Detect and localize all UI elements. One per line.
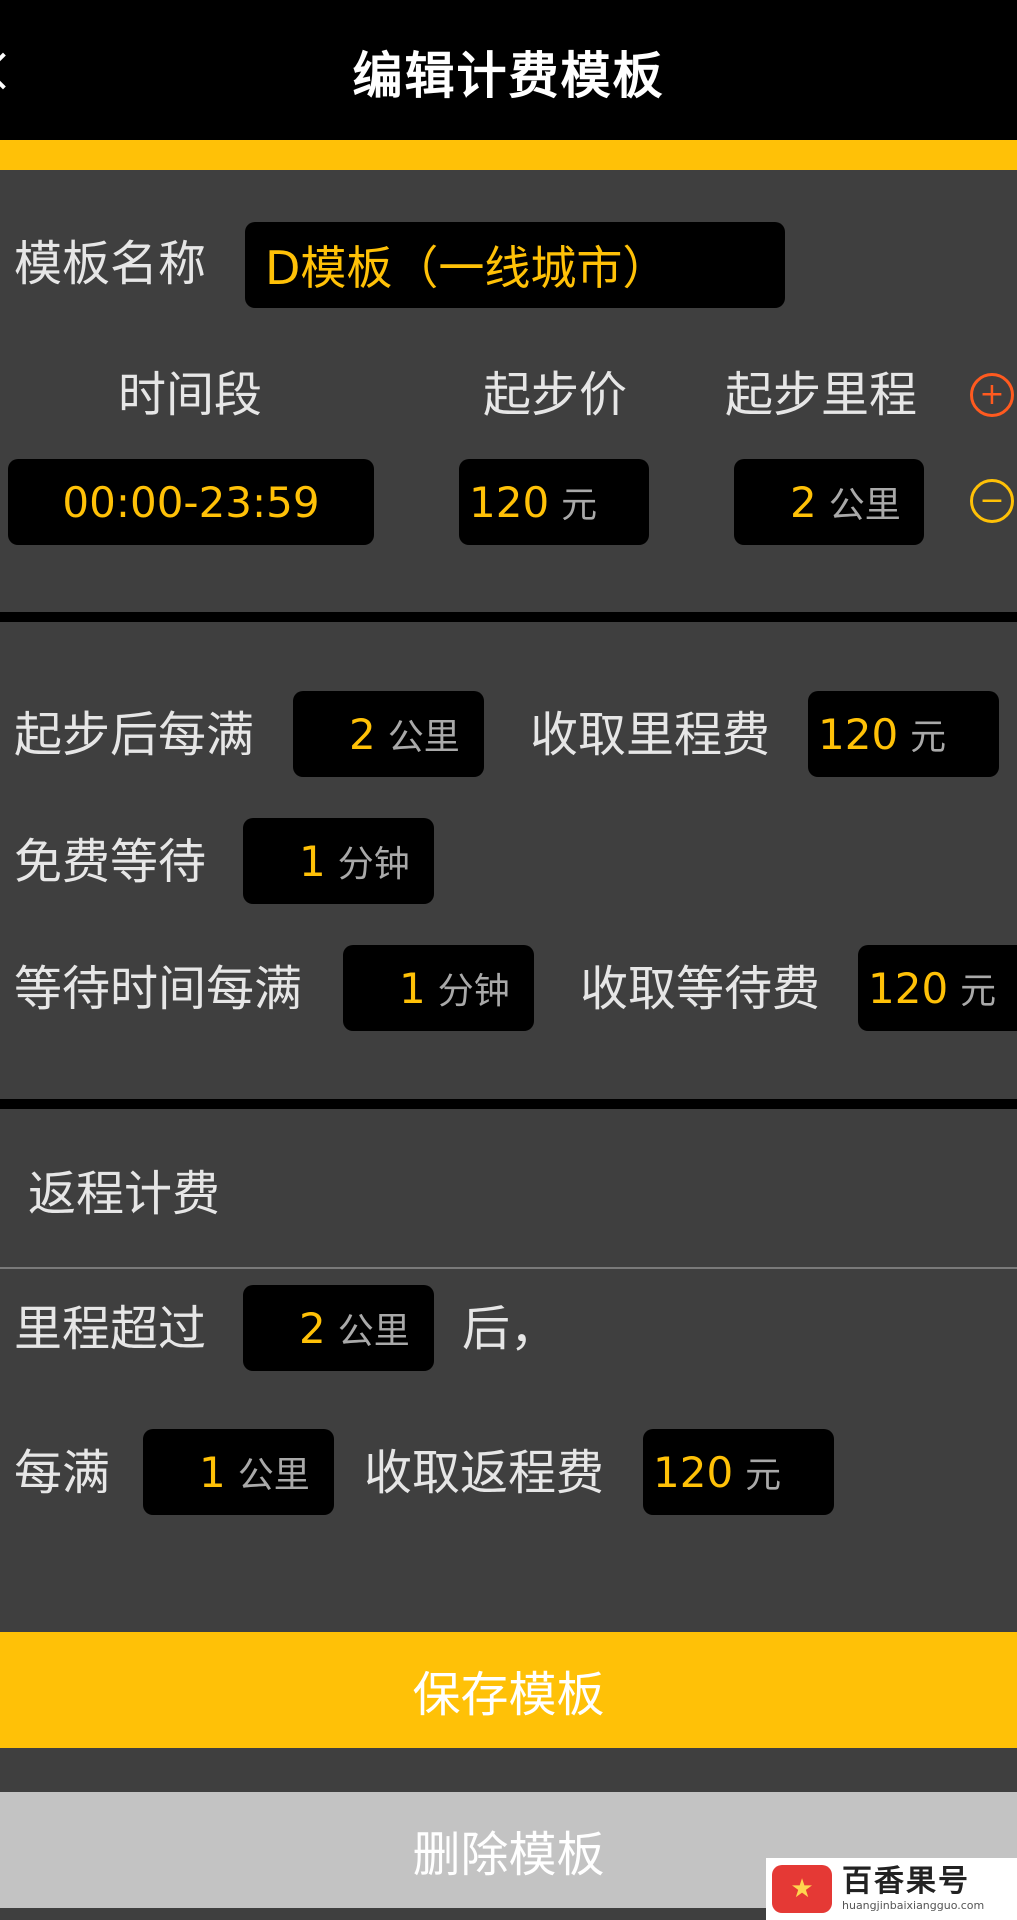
wait-fee-input[interactable]: 120 元 (858, 945, 1017, 1031)
watermark-url: huangjinbaixiangguo.com (842, 1899, 985, 1912)
return-fee-label: 收取返程费 (364, 1445, 605, 1501)
free-wait-value: 1 (299, 836, 326, 886)
mileage-every-unit: 公里 (387, 717, 460, 758)
start-price-header: 起步价 (483, 367, 628, 423)
return-each-label: 每满 (14, 1445, 111, 1501)
mileage-fee-label: 收取里程费 (530, 707, 771, 763)
wait-every-input[interactable]: 1 分钟 (343, 945, 534, 1031)
watermark: ★ 百香果号 huangjinbaixiangguo.com (766, 1858, 1017, 1920)
free-wait-unit: 分钟 (337, 844, 410, 885)
template-name-value: D模板（一线城市） (265, 241, 669, 295)
start-distance-header: 起步里程 (725, 367, 918, 423)
remove-row-icon[interactable]: − (970, 479, 1014, 523)
add-row-icon[interactable]: + (970, 373, 1014, 417)
time-period-header: 时间段 (118, 367, 263, 423)
save-template-label: 保存模板 (412, 1667, 605, 1723)
mileage-every-input[interactable]: 2 公里 (293, 691, 484, 777)
start-price-value: 120 (469, 477, 550, 527)
wait-every-unit: 分钟 (437, 971, 510, 1012)
return-each-input[interactable]: 1 公里 (143, 1429, 334, 1515)
mileage-every-label: 起步后每满 (14, 707, 255, 763)
accent-stripe (0, 140, 1017, 170)
wait-every-value: 1 (399, 963, 426, 1013)
watermark-name: 百香果号 (842, 1864, 970, 1899)
delete-template-label: 删除模板 (412, 1827, 605, 1883)
free-wait-label: 免费等待 (14, 834, 207, 890)
mileage-every-value: 2 (349, 709, 376, 759)
time-period-input[interactable]: 00:00-23:59 (8, 459, 374, 545)
start-distance-value: 2 (790, 477, 817, 527)
return-fee-input[interactable]: 120 元 (643, 1429, 834, 1515)
watermark-logo-icon: ★ (772, 1865, 832, 1913)
wait-fee-value: 120 (868, 963, 949, 1013)
section-line (0, 1267, 1017, 1269)
start-price-input[interactable]: 120 元 (459, 459, 649, 545)
mileage-fee-input[interactable]: 120 元 (808, 691, 999, 777)
mileage-fee-unit: 元 (910, 717, 947, 758)
mileage-fee-value: 120 (818, 709, 899, 759)
time-period-value: 00:00-23:59 (62, 477, 320, 527)
return-over-unit: 公里 (337, 1311, 410, 1352)
wait-fee-unit: 元 (960, 971, 997, 1012)
section-divider (0, 1099, 1017, 1109)
start-price-unit: 元 (561, 485, 598, 526)
return-each-unit: 公里 (237, 1455, 310, 1496)
template-name-label: 模板名称 (14, 236, 207, 292)
return-over-input[interactable]: 2 公里 (243, 1285, 434, 1371)
wait-every-label: 等待时间每满 (14, 961, 303, 1017)
after-text: 后， (462, 1301, 559, 1357)
return-trip-title: 返程计费 (28, 1166, 221, 1222)
return-each-value: 1 (199, 1447, 226, 1497)
start-distance-unit: 公里 (828, 485, 901, 526)
page-title: 编辑计费模板 (352, 47, 665, 105)
wait-fee-label: 收取等待费 (580, 961, 821, 1017)
return-over-label: 里程超过 (14, 1301, 207, 1357)
template-name-input[interactable]: D模板（一线城市） (245, 222, 785, 308)
save-template-button[interactable]: 保存模板 (0, 1632, 1017, 1748)
start-distance-input[interactable]: 2 公里 (734, 459, 924, 545)
return-over-value: 2 (299, 1303, 326, 1353)
free-wait-input[interactable]: 1 分钟 (243, 818, 434, 904)
return-fee-unit: 元 (745, 1455, 782, 1496)
return-fee-value: 120 (653, 1447, 734, 1497)
section-divider (0, 612, 1017, 622)
